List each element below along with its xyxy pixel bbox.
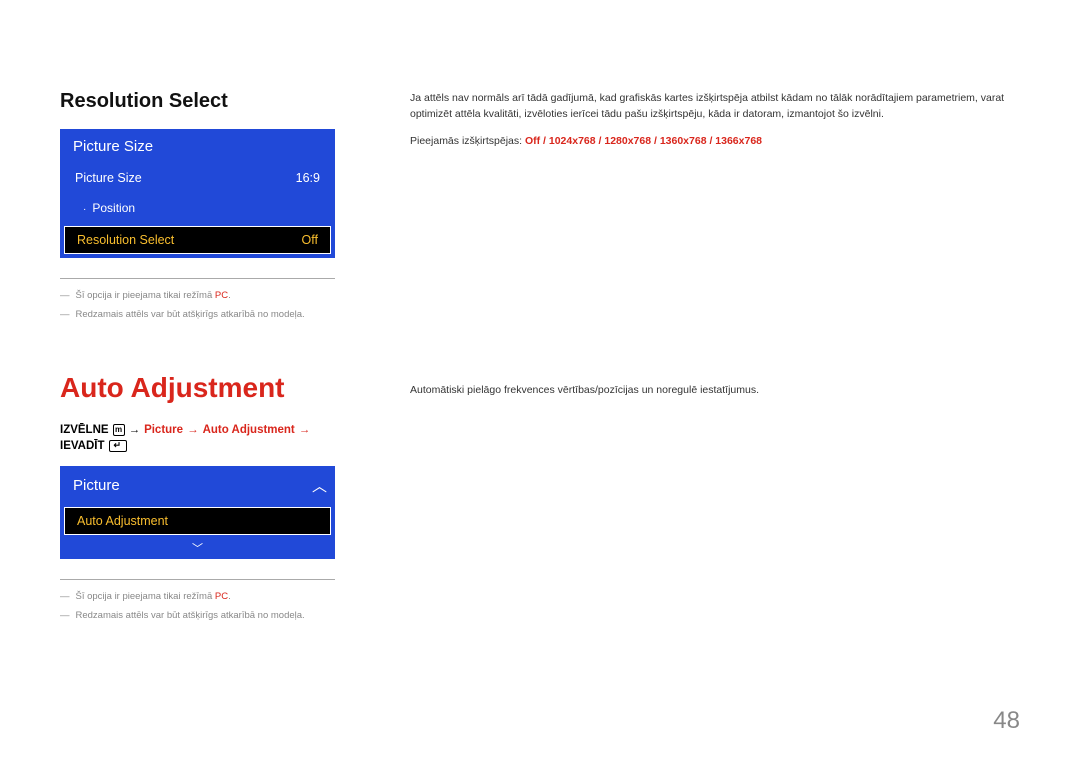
breadcrumb-label: IZVĒLNE — [60, 424, 109, 436]
menu-header: Picture Size — [61, 130, 334, 163]
arrow-icon: → — [187, 424, 199, 436]
menu-item-value: 16:9 — [296, 171, 320, 185]
menu-icon: m — [113, 424, 125, 436]
footnote: ― Redzamais attēls var būt atšķirīgs atk… — [60, 609, 350, 622]
menu-picture: Picture ︿ Auto Adjustment ﹀ — [60, 466, 335, 559]
breadcrumb-item: Auto Adjustment — [203, 424, 295, 436]
arrow-icon: → — [129, 424, 141, 436]
menu-item-label: ·Position — [83, 201, 135, 215]
enter-icon — [109, 440, 127, 452]
menu-item-label: Resolution Select — [77, 233, 174, 247]
chevron-up-icon[interactable]: ︿ — [312, 475, 322, 496]
divider — [60, 278, 335, 279]
menu-header: Picture ︿ — [61, 467, 334, 504]
section-title-auto-adjustment: Auto Adjustment — [60, 372, 350, 404]
menu-item-auto-adjustment[interactable]: Auto Adjustment — [64, 507, 331, 535]
divider — [60, 579, 335, 580]
menu-item-label: Auto Adjustment — [77, 514, 168, 528]
arrow-icon: → — [299, 424, 311, 436]
chevron-down-icon[interactable]: ﹀ — [61, 538, 334, 558]
breadcrumb-label: IEVADĪT — [60, 440, 105, 452]
footnote: ― Šī opcija ir pieejama tikai režīmā PC. — [60, 289, 350, 302]
footnote: ― Redzamais attēls var būt atšķirīgs atk… — [60, 308, 350, 321]
menu-item-value: Off — [302, 233, 318, 247]
page-number: 48 — [993, 707, 1020, 735]
section-title-resolution: Resolution Select — [60, 90, 350, 113]
breadcrumb: IZVĒLNE m → Picture → Auto Adjustment → … — [60, 424, 350, 452]
breadcrumb-item: Picture — [144, 424, 183, 436]
menu-item-resolution-select[interactable]: Resolution Select Off — [64, 226, 331, 254]
menu-item-label: Picture Size — [75, 171, 142, 185]
description-text: Automātiski pielāgo frekvences vērtības/… — [410, 382, 1020, 398]
menu-picture-size: Picture Size Picture Size 16:9 ·Position… — [60, 129, 335, 258]
menu-item-position[interactable]: ·Position — [61, 193, 334, 223]
footnote: ― Šī opcija ir pieejama tikai režīmā PC. — [60, 590, 350, 603]
menu-item-picture-size[interactable]: Picture Size 16:9 — [61, 163, 334, 193]
description-text: Pieejamās izšķirtspējas: Off / 1024x768 … — [410, 133, 1020, 149]
description-text: Ja attēls nav normāls arī tādā gadījumā,… — [410, 90, 1020, 123]
